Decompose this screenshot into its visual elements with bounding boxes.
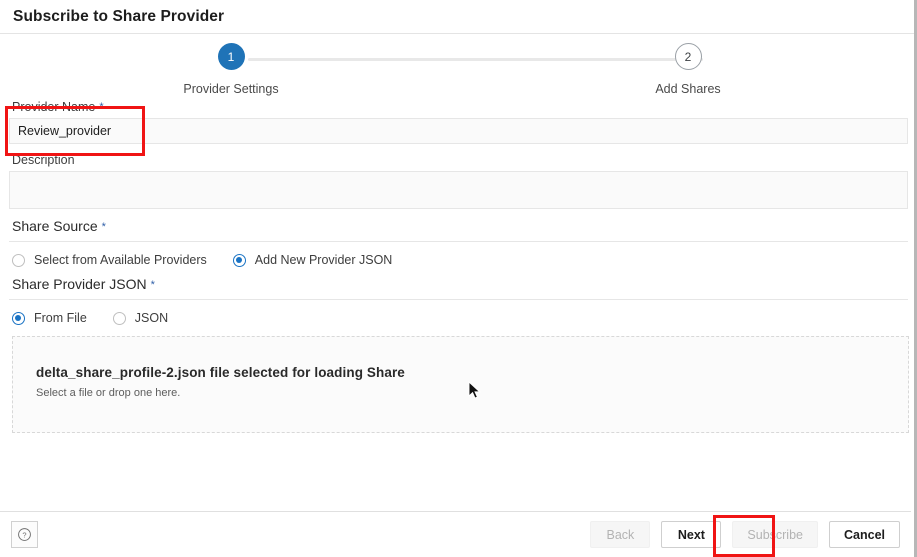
stepper-step-add-shares[interactable]: 2 Add Shares <box>628 43 748 96</box>
radio-button-icon[interactable] <box>12 253 25 267</box>
share-source-title: Share Source * <box>12 218 905 241</box>
required-asterisk-icon: * <box>101 221 106 233</box>
subscribe-button[interactable]: Subscribe <box>732 521 818 548</box>
radio-label: From File <box>34 311 87 325</box>
step-1-number: 1 <box>227 49 235 64</box>
share-provider-json-title: Share Provider JSON * <box>12 276 905 299</box>
back-button[interactable]: Back <box>590 521 651 548</box>
provider-name-label-text: Provider Name <box>12 100 96 114</box>
step-1-circle[interactable]: 1 <box>217 43 245 70</box>
step-1-label: Provider Settings <box>183 82 279 96</box>
radio-label: Add New Provider JSON <box>254 253 393 267</box>
description-field-block: Description <box>9 153 908 209</box>
cancel-button[interactable]: Cancel <box>829 521 900 548</box>
dialog-header: Subscribe to Share Provider <box>0 0 914 34</box>
stepper-step-provider-settings[interactable]: 1 Provider Settings <box>171 43 291 96</box>
provider-name-input[interactable]: Review_provider <box>9 118 908 144</box>
required-asterisk-icon: * <box>99 101 104 113</box>
share-source-title-text: Share Source <box>12 218 98 234</box>
share-provider-json-section: Share Provider JSON * From File JSON delt… <box>9 276 909 433</box>
next-button[interactable]: Next <box>661 521 722 548</box>
description-input[interactable] <box>9 171 908 209</box>
share-source-radio-group: Select from Available Providers Add New … <box>9 242 905 276</box>
radio-button-selected-icon[interactable] <box>12 311 25 325</box>
wizard-stepper: 1 Provider Settings 2 Add Shares <box>0 34 914 100</box>
dropzone-selected-file-text: delta_share_profile-2.json file selected… <box>36 365 405 380</box>
step-2-number: 2 <box>684 49 692 64</box>
radio-add-new-provider-json[interactable]: Add New Provider JSON <box>232 253 393 267</box>
radio-json[interactable]: JSON <box>112 311 169 325</box>
dialog-footer: ? Back Next Subscribe Cancel <box>0 511 911 557</box>
dropzone-hint-text: Select a file or drop one here. <box>36 387 181 399</box>
share-provider-json-radio-group: From File JSON <box>9 300 905 334</box>
radio-from-file[interactable]: From File <box>12 311 87 325</box>
form-area: Provider Name * Review_provider Descripti… <box>0 100 914 433</box>
step-2-label: Add Shares <box>655 82 721 96</box>
page-title: Subscribe to Share Provider <box>13 7 225 25</box>
footer-actions: Back Next Subscribe Cancel <box>590 521 900 548</box>
help-button[interactable]: ? <box>11 521 38 548</box>
subscribe-share-provider-dialog: Subscribe to Share Provider 1 Provider S… <box>0 0 917 557</box>
provider-name-label: Provider Name * <box>12 100 905 114</box>
svg-text:?: ? <box>22 531 26 540</box>
radio-button-icon[interactable] <box>112 311 126 325</box>
question-mark-circle-icon: ? <box>18 528 31 541</box>
description-label: Description <box>12 153 75 167</box>
file-dropzone[interactable]: delta_share_profile-2.json file selected… <box>12 336 909 433</box>
provider-name-field-block: Provider Name * Review_provider <box>9 100 908 144</box>
radio-button-selected-icon[interactable] <box>232 253 246 267</box>
required-asterisk-icon: * <box>150 279 155 291</box>
radio-label: JSON <box>134 311 169 325</box>
share-provider-json-title-text: Share Provider JSON <box>12 276 147 292</box>
radio-select-from-available-providers[interactable]: Select from Available Providers <box>12 253 207 267</box>
radio-label: Select from Available Providers <box>34 253 207 267</box>
share-source-section: Share Source * Select from Available Prov… <box>9 218 908 276</box>
step-2-circle[interactable]: 2 <box>674 43 702 70</box>
